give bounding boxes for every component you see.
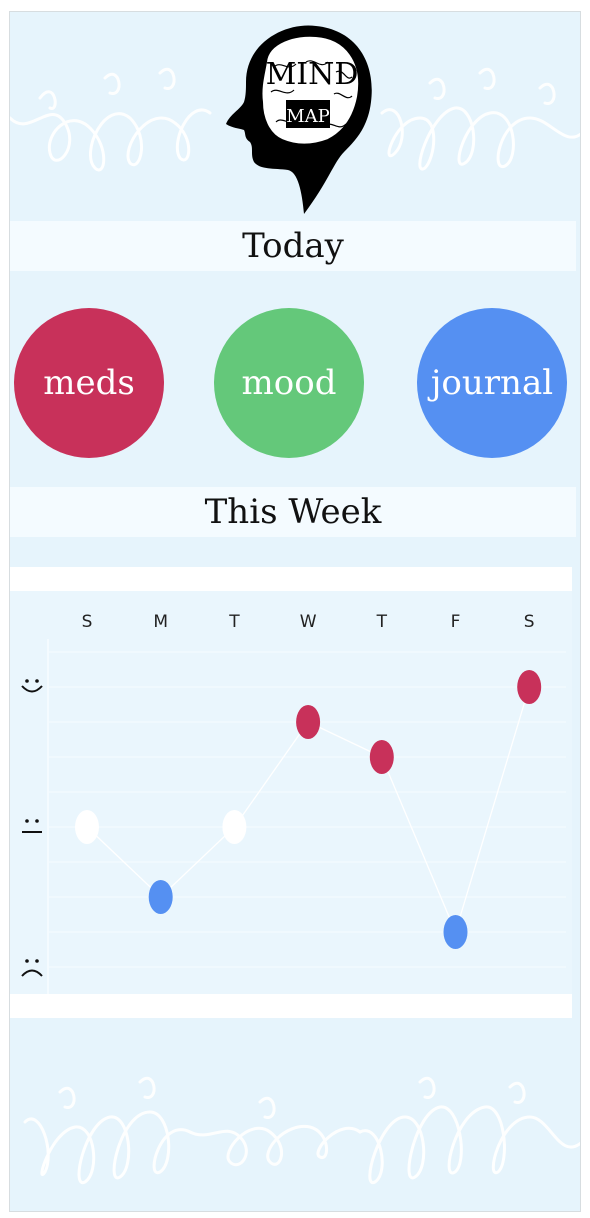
day-label: S <box>82 612 93 632</box>
day-label: T <box>376 612 388 632</box>
mood-point[interactable] <box>148 880 173 914</box>
logo-text-bottom: MAP <box>286 106 330 127</box>
logo-text-top: MIND <box>266 57 359 92</box>
bottom-vine-decoration <box>23 1076 580 1184</box>
chart-bottom-bar <box>10 994 572 1018</box>
app-screen: MIND MAP Today meds mood journal This We… <box>9 11 581 1212</box>
today-header: Today <box>10 221 576 271</box>
mood-point[interactable] <box>443 915 468 949</box>
today-title: Today <box>242 226 344 266</box>
happy-face-icon <box>21 679 43 693</box>
chart-top-bar <box>10 567 572 591</box>
mind-map-logo: MIND MAP <box>226 25 372 214</box>
mood-point[interactable] <box>75 810 99 844</box>
sad-face-icon <box>21 959 43 977</box>
week-title: This Week <box>204 492 382 532</box>
day-label: F <box>451 612 461 632</box>
mood-point[interactable] <box>517 670 542 704</box>
mood-point[interactable] <box>369 740 394 774</box>
day-label: S <box>524 612 535 632</box>
mood-chart-svg: SMTWTFS <box>21 612 566 994</box>
meds-button[interactable]: meds <box>14 308 164 458</box>
mood-point[interactable] <box>296 705 321 739</box>
neutral-face-icon <box>22 819 42 833</box>
journal-button[interactable]: journal <box>417 308 567 458</box>
day-label: W <box>300 612 317 632</box>
mood-chart: SMTWTFS <box>10 591 572 994</box>
meds-label: meds <box>43 363 135 403</box>
mood-label: mood <box>241 363 337 403</box>
day-label: M <box>153 612 168 632</box>
journal-label: journal <box>430 363 554 403</box>
week-header: This Week <box>10 487 576 537</box>
mood-point[interactable] <box>222 810 247 844</box>
day-label: T <box>228 612 240 632</box>
mood-button[interactable]: mood <box>214 308 364 458</box>
